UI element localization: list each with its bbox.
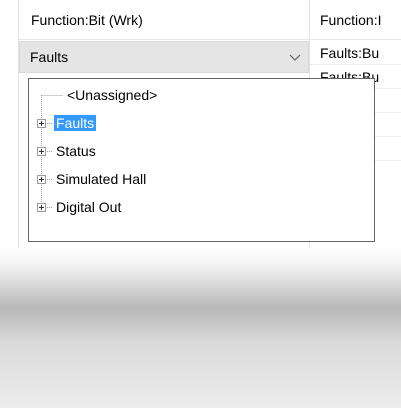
window-background: [0, 248, 401, 408]
tree-item-label: Simulated Hall: [56, 171, 147, 187]
grid-cell[interactable]: Faults:Bu: [310, 41, 401, 65]
tree-item-status[interactable]: Status: [54, 141, 98, 161]
tree-item-unassigned[interactable]: <Unassigned>: [65, 85, 159, 105]
column-header-function-2[interactable]: Function:I: [310, 0, 401, 40]
tree-item-label: Digital Out: [56, 199, 122, 215]
tree-item-digital-out[interactable]: Digital Out: [54, 197, 123, 217]
tree-item-label: <Unassigned>: [67, 87, 158, 103]
column-header-function-bit[interactable]: Function:Bit (Wrk): [19, 0, 309, 40]
function-tree-dropdown[interactable]: <Unassigned> Faults Status Simulated Hal…: [28, 78, 375, 242]
expand-plus-icon[interactable]: [37, 203, 46, 212]
tree-item-label: Faults: [54, 115, 97, 131]
tree-item-label: Status: [56, 143, 96, 159]
expand-plus-icon[interactable]: [37, 147, 46, 156]
function-bit-combo[interactable]: Faults: [19, 41, 309, 73]
expand-plus-icon[interactable]: [37, 119, 46, 128]
chevron-down-icon[interactable]: [288, 50, 302, 64]
expand-plus-icon[interactable]: [37, 175, 46, 184]
tree-item-faults[interactable]: Faults: [54, 113, 97, 133]
tree-item-simulated-hall[interactable]: Simulated Hall: [54, 169, 148, 189]
combo-value: Faults: [30, 49, 69, 65]
